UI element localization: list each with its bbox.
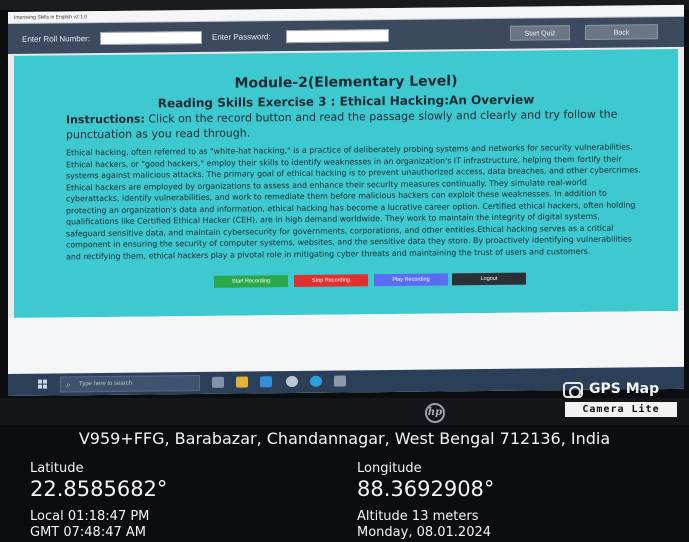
reading-passage: Ethical hacking, often referred to as "w… — [66, 142, 641, 261]
gps-address: V959+FFG, Barabazar, Chandannagar, West … — [78, 429, 611, 448]
browser-icon[interactable] — [286, 375, 298, 388]
longitude-label: Longitude — [357, 461, 422, 476]
gps-app-name: GPS Map — [589, 381, 660, 397]
latitude-label: Latitude — [30, 461, 84, 476]
altitude: Altitude 13 meters — [357, 509, 479, 524]
task-view-icon[interactable] — [212, 376, 224, 388]
longitude-value: 88.3692908° — [357, 477, 495, 501]
start-quiz-button[interactable]: Start Quiz — [510, 25, 570, 41]
instructions-label: Instructions: — [66, 112, 145, 127]
taskbar-search-placeholder: Type here to search — [79, 380, 133, 388]
hp-logo-icon: hp — [425, 403, 445, 423]
password-label: Enter Password: — [212, 32, 271, 42]
gps-app-subtitle: Camera Lite — [565, 402, 677, 417]
gps-overlay: V959+FFG, Barabazar, Chandannagar, West … — [0, 425, 689, 542]
taskbar-search-box[interactable]: ⌕ Type here to search — [60, 374, 200, 393]
search-icon: ⌕ — [66, 380, 71, 390]
gmt-time: GMT 07:48:47 AM — [30, 525, 146, 540]
latitude-value: 22.8585682° — [30, 477, 168, 501]
start-recording-button[interactable]: Start Recording — [214, 275, 288, 288]
module-title: Module-2(Elementary Level) — [234, 73, 458, 92]
app-header: Enter Roll Number: Enter Password: Start… — [8, 16, 684, 55]
instructions: Instructions: Click on the record button… — [66, 107, 626, 143]
instructions-text: Click on the record button and read the … — [66, 107, 618, 142]
reading-panel: Module-2(Elementary Level) Reading Skill… — [14, 48, 678, 318]
password-input[interactable] — [286, 29, 389, 44]
date: Monday, 08.01.2024 — [357, 525, 492, 540]
file-explorer-icon[interactable] — [236, 376, 248, 388]
gps-map-camera-badge: GPS Map Camera Lite — [557, 380, 681, 418]
play-recording-button[interactable]: Play Recording — [374, 273, 448, 287]
back-button[interactable]: Back — [585, 24, 658, 40]
monitor-screen: Improving Skills in English v2.1.0 Enter… — [8, 4, 684, 397]
camera-icon — [563, 382, 583, 398]
stop-recording-button[interactable]: Stop Recording — [294, 274, 368, 288]
roll-number-label: Enter Roll Number: — [22, 34, 91, 44]
edge-icon[interactable] — [310, 375, 322, 387]
roll-number-input[interactable] — [100, 30, 202, 46]
local-time: Local 01:18:47 PM — [30, 509, 150, 524]
windows-start-icon[interactable] — [38, 379, 48, 389]
logout-button[interactable]: Logout — [452, 272, 526, 286]
store-icon[interactable] — [260, 376, 272, 388]
app-taskbar-icon[interactable] — [334, 375, 346, 387]
window-empty-area — [8, 310, 684, 374]
